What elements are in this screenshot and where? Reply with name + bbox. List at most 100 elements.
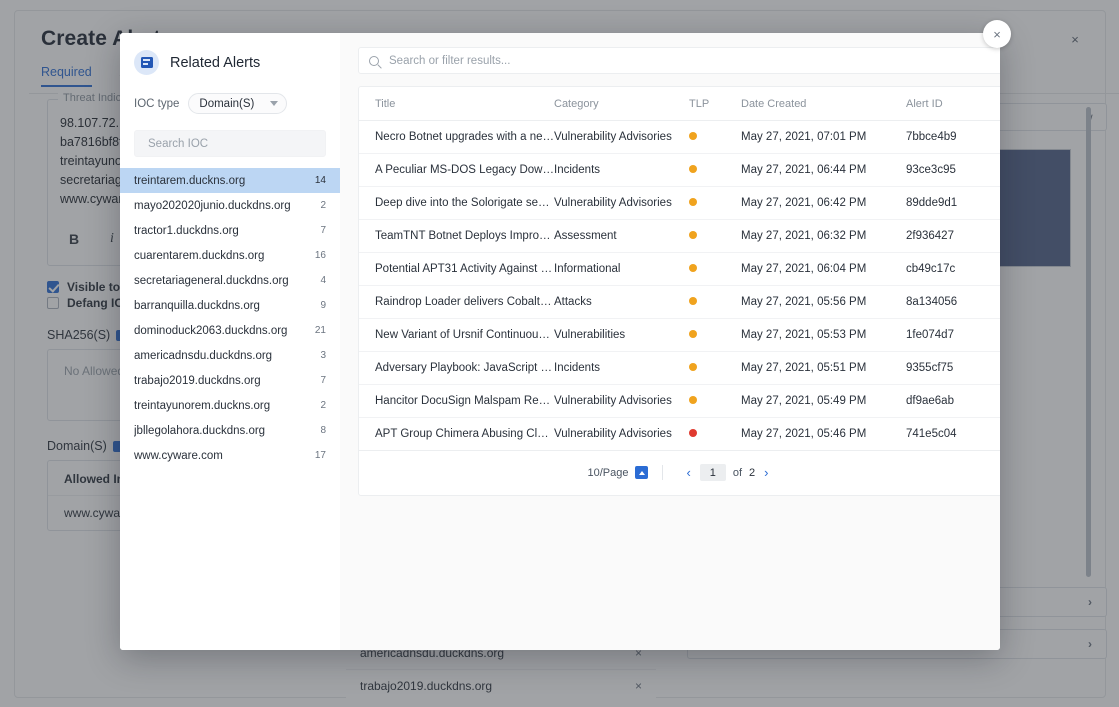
col-title[interactable]: Title — [359, 87, 554, 121]
col-alert-id[interactable]: Alert ID — [906, 87, 1000, 121]
cell-category: Attacks — [554, 286, 689, 319]
modal-content: Title Category TLP Date Created Alert ID… — [340, 33, 1000, 650]
table-row[interactable]: Deep dive into the Solorigate second-...… — [359, 187, 1000, 220]
table-row[interactable]: A Peculiar MS-DOS Legacy Download...Inci… — [359, 154, 1000, 187]
cell-date-created: May 27, 2021, 05:51 PM — [741, 352, 906, 385]
ioc-list-item[interactable]: cuarentarem.duckdns.org16 — [120, 243, 340, 268]
tlp-dot-icon — [689, 264, 697, 272]
ioc-name: dominoduck2063.duckdns.org — [134, 325, 287, 337]
ioc-list-item[interactable]: www.cyware.com17 — [120, 443, 340, 468]
pager-divider — [662, 465, 663, 480]
ioc-count: 2 — [312, 200, 326, 211]
tlp-dot-icon — [689, 396, 697, 404]
alerts-table-wrapper: Title Category TLP Date Created Alert ID… — [358, 86, 1000, 496]
cell-alert-id: 8a134056 — [906, 286, 1000, 319]
cell-title[interactable]: A Peculiar MS-DOS Legacy Download... — [359, 154, 554, 187]
table-row[interactable]: Hancitor DocuSign Malspam Resume...Vulne… — [359, 385, 1000, 418]
ioc-count: 7 — [312, 375, 326, 386]
cell-title[interactable]: Potential APT31 Activity Against Politi.… — [359, 253, 554, 286]
cell-category: Incidents — [554, 154, 689, 187]
cell-title[interactable]: Deep dive into the Solorigate second-... — [359, 187, 554, 220]
ioc-list-item[interactable]: mayo202020junio.duckdns.org 2 — [120, 193, 340, 218]
modal-sidebar: Related Alerts IOC type Domain(S) treint… — [120, 33, 340, 650]
col-category[interactable]: Category — [554, 87, 689, 121]
col-date[interactable]: Date Created — [741, 87, 906, 121]
cell-date-created: May 27, 2021, 05:46 PM — [741, 418, 906, 451]
search-filter-input[interactable] — [389, 55, 996, 67]
cell-category: Vulnerability Advisories — [554, 187, 689, 220]
cell-alert-id: 7bbce4b9 — [906, 121, 1000, 154]
ioc-list-item[interactable]: americadnsdu.duckdns.org3 — [120, 343, 340, 368]
table-header-row: Title Category TLP Date Created Alert ID — [359, 87, 1000, 121]
cell-date-created: May 27, 2021, 06:42 PM — [741, 187, 906, 220]
cell-tlp — [689, 187, 741, 220]
table-body: Necro Botnet upgrades with a new ve...Vu… — [359, 121, 1000, 451]
tlp-dot-icon — [689, 429, 697, 437]
col-tlp[interactable]: TLP — [689, 87, 741, 121]
cell-date-created: May 27, 2021, 06:32 PM — [741, 220, 906, 253]
search-ioc-input[interactable] — [148, 138, 312, 150]
cell-title[interactable]: APT Group Chimera Abusing Cloud Se... — [359, 418, 554, 451]
cell-tlp — [689, 286, 741, 319]
ioc-list-item[interactable]: tractor1.duckdns.org 7 — [120, 218, 340, 243]
modal-title: Related Alerts — [170, 55, 260, 71]
ioc-name: mayo202020junio.duckdns.org — [134, 200, 291, 212]
ioc-name: tractor1.duckdns.org — [134, 225, 239, 237]
ioc-list-item[interactable]: treintayunorem.duckns.org2 — [120, 393, 340, 418]
table-row[interactable]: APT Group Chimera Abusing Cloud Se...Vul… — [359, 418, 1000, 451]
cell-tlp — [689, 352, 741, 385]
cell-title[interactable]: Necro Botnet upgrades with a new ve... — [359, 121, 554, 154]
cell-tlp — [689, 253, 741, 286]
table-row[interactable]: Necro Botnet upgrades with a new ve...Vu… — [359, 121, 1000, 154]
close-icon[interactable]: × — [983, 20, 1011, 48]
table-row[interactable]: Raindrop Loader delivers Cobalt Strik...… — [359, 286, 1000, 319]
screen: Create Alert × Required Additiona Threat… — [0, 0, 1119, 707]
table-row[interactable]: TeamTNT Botnet Deploys Improved C...Asse… — [359, 220, 1000, 253]
tlp-dot-icon — [689, 165, 697, 173]
filter-bar[interactable] — [358, 47, 1000, 74]
cell-title[interactable]: New Variant of Ursnif Continuously T... — [359, 319, 554, 352]
table-row[interactable]: Potential APT31 Activity Against Politi.… — [359, 253, 1000, 286]
ioc-name: barranquilla.duckdns.org — [134, 300, 260, 312]
pager-of-label: of — [726, 467, 749, 479]
ioc-type-select[interactable]: Domain(S) — [188, 93, 287, 114]
cell-alert-id: df9ae6ab — [906, 385, 1000, 418]
cell-title[interactable]: Adversary Playbook: JavaScript RAT T... — [359, 352, 554, 385]
ioc-count: 7 — [312, 225, 326, 236]
cell-category: Vulnerability Advisories — [554, 121, 689, 154]
chevron-down-icon — [270, 101, 278, 106]
cell-title[interactable]: TeamTNT Botnet Deploys Improved C... — [359, 220, 554, 253]
current-page-input[interactable]: 1 — [700, 464, 726, 481]
cell-date-created: May 27, 2021, 05:53 PM — [741, 319, 906, 352]
cell-title[interactable]: Raindrop Loader delivers Cobalt Strik... — [359, 286, 554, 319]
ioc-list-item[interactable]: barranquilla.duckdns.org 9 — [120, 293, 340, 318]
ioc-list-item[interactable]: treintarem.duckns.org14 — [120, 168, 340, 193]
table-row[interactable]: Adversary Playbook: JavaScript RAT T...I… — [359, 352, 1000, 385]
ioc-search-box[interactable] — [134, 130, 326, 157]
cell-alert-id: 1fe074d7 — [906, 319, 1000, 352]
ioc-list-item[interactable]: jbllegolahora.duckdns.org 8 — [120, 418, 340, 443]
ioc-list-item[interactable]: dominoduck2063.duckdns.org21 — [120, 318, 340, 343]
ioc-count: 3 — [312, 350, 326, 361]
ioc-list-item[interactable]: trabajo2019.duckdns.org7 — [120, 368, 340, 393]
alerts-table: Title Category TLP Date Created Alert ID… — [359, 87, 1000, 451]
prev-page-button[interactable]: ‹ — [677, 465, 699, 480]
ioc-name: jbllegolahora.duckdns.org — [134, 425, 265, 437]
ioc-list: treintarem.duckns.org14mayo202020junio.d… — [120, 168, 340, 468]
per-page-selector[interactable]: 10/Page — [588, 466, 649, 479]
ioc-count: 9 — [312, 300, 326, 311]
pagination: 10/Page ‹ 1 of 2 › — [359, 451, 1000, 495]
ioc-count: 8 — [312, 425, 326, 436]
ioc-count: 17 — [307, 450, 326, 461]
ioc-list-item[interactable]: secretariageneral.duckdns.org4 — [120, 268, 340, 293]
per-page-label: 10/Page — [588, 467, 629, 479]
cell-alert-id: 9355cf75 — [906, 352, 1000, 385]
cell-alert-id: 93ce3c95 — [906, 154, 1000, 187]
cell-tlp — [689, 319, 741, 352]
cell-category: Assessment — [554, 220, 689, 253]
cell-tlp — [689, 154, 741, 187]
cell-title[interactable]: Hancitor DocuSign Malspam Resume... — [359, 385, 554, 418]
table-row[interactable]: New Variant of Ursnif Continuously T...V… — [359, 319, 1000, 352]
next-page-button[interactable]: › — [755, 465, 777, 480]
chevron-up-icon[interactable] — [635, 466, 648, 479]
